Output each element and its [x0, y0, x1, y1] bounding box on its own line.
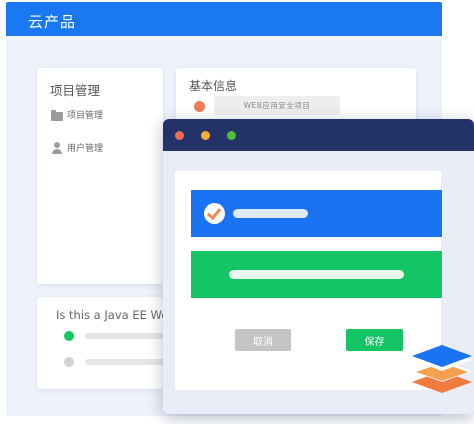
app-title: 云产品	[28, 13, 77, 31]
project-management-card: 项目管理 项目管理 用户管理	[37, 68, 163, 284]
dialog-panel: 取消 保存	[175, 171, 442, 390]
option-text-placeholder	[229, 270, 404, 279]
dialog-titlebar	[163, 119, 474, 151]
option-text-placeholder	[85, 333, 163, 339]
project-tag: WEB应用安全项目	[214, 96, 340, 115]
option-text-placeholder	[233, 209, 308, 218]
app-header: 云产品	[6, 2, 442, 36]
radio-option-selected[interactable]	[64, 331, 74, 341]
radio-option-unselected[interactable]	[64, 357, 74, 367]
save-button[interactable]: 保存	[346, 329, 403, 351]
question-text: Is this a Java EE Web	[56, 308, 163, 322]
nav-item-label: 用户管理	[67, 144, 104, 154]
nav-item-label: 项目管理	[67, 111, 104, 121]
project-card-title: 项目管理	[50, 83, 101, 98]
basic-info-card: 基本信息 WEB应用安全项目	[176, 68, 416, 124]
nav-item-users[interactable]: 用户管理	[51, 141, 103, 154]
option-text-placeholder	[85, 359, 163, 365]
progress-option-bar[interactable]	[191, 251, 442, 298]
status-indicator	[194, 101, 205, 112]
basic-info-title: 基本信息	[189, 79, 238, 93]
layers-stack-icon	[410, 341, 474, 399]
cancel-button[interactable]: 取消	[235, 329, 291, 351]
folder-icon	[51, 109, 63, 121]
user-icon	[51, 141, 63, 154]
close-window-icon[interactable]	[175, 131, 184, 140]
question-card: Is this a Java EE Web	[37, 297, 163, 389]
maximize-window-icon[interactable]	[227, 131, 236, 140]
nav-item-projects[interactable]: 项目管理	[51, 108, 103, 121]
selected-option-bar[interactable]	[191, 190, 442, 237]
minimize-window-icon[interactable]	[201, 131, 210, 140]
check-icon	[204, 203, 225, 224]
